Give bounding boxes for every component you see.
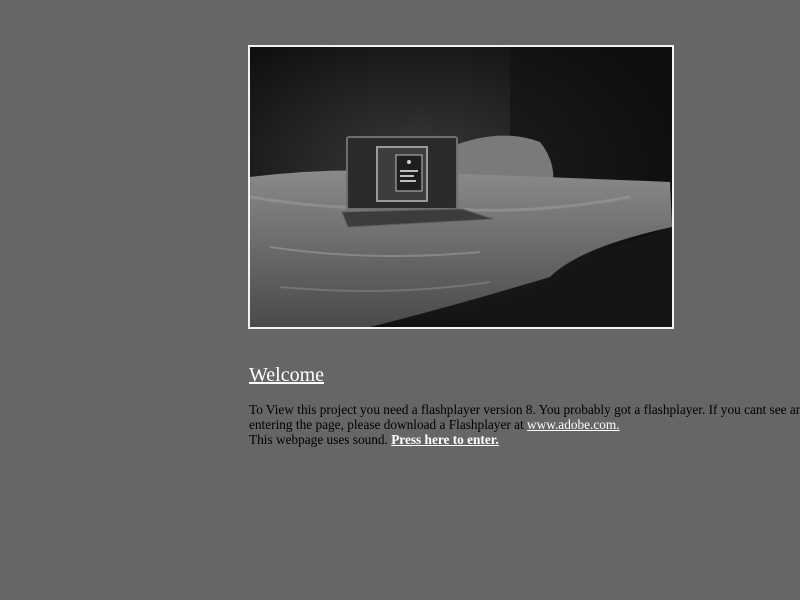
adobe-link[interactable]: www.adobe.com. [527,417,620,432]
info-line-1: To View this project you need a flashpla… [249,402,800,417]
info-line-3: This webpage uses sound. [249,432,392,447]
photo-illustration [250,47,672,327]
laptop-on-bed-photo [248,45,674,329]
page: Welcome To View this project you need a … [0,0,800,600]
welcome-heading[interactable]: Welcome [249,364,324,387]
info-line-2: entering the page, please download a Fla… [249,417,528,432]
enter-link[interactable]: Press here to enter. [391,432,499,447]
info-text: To View this project you need a flashpla… [249,402,800,447]
